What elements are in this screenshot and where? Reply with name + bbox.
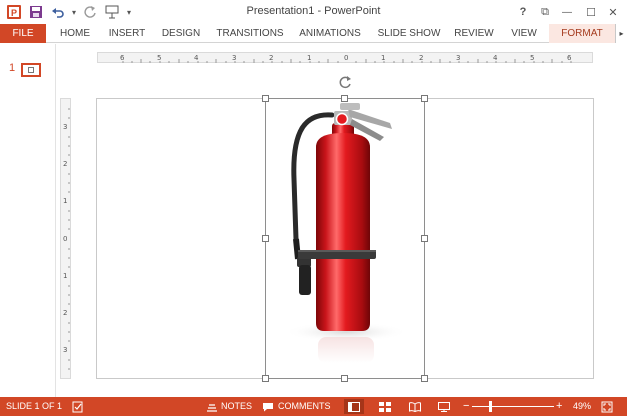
ruler-label: 4	[493, 54, 498, 62]
resize-handle-right[interactable]	[421, 235, 428, 242]
status-bar: SLIDE 1 OF 1 NOTES COMMENTS − + 49%	[0, 397, 627, 416]
resize-handle-top-right[interactable]	[421, 95, 428, 102]
slideshow-view-icon[interactable]	[434, 399, 454, 414]
tab-animations[interactable]: ANIMATIONS	[296, 24, 364, 43]
ruler-label: 1	[63, 272, 68, 280]
comments-label: COMMENTS	[278, 401, 331, 411]
ruler-label: 4	[194, 54, 199, 62]
help-button[interactable]: ?	[512, 2, 534, 22]
ribbon-display-options-button[interactable]: ⧉	[534, 2, 556, 22]
ruler-label: 3	[456, 54, 461, 62]
picture-selection-frame[interactable]	[265, 98, 425, 379]
resize-handle-left[interactable]	[262, 235, 269, 242]
zoom-in-button[interactable]: +	[556, 397, 562, 416]
ruler-label: 0	[344, 54, 349, 62]
notes-label: NOTES	[221, 401, 253, 411]
zoom-out-button[interactable]: −	[463, 397, 469, 416]
horizontal-ruler: 6 5 4 3 2 1 0 1 2 3 4 5 6	[97, 52, 593, 63]
ruler-label: 1	[307, 54, 312, 62]
ruler-label: 1	[63, 197, 68, 205]
close-button[interactable]: ✕	[602, 2, 624, 22]
ruler-label: 5	[157, 54, 162, 62]
resize-handle-bottom-left[interactable]	[262, 375, 269, 382]
resize-handle-bottom[interactable]	[341, 375, 348, 382]
slide-sorter-icon[interactable]	[375, 399, 395, 414]
ruler-label: 2	[269, 54, 274, 62]
tab-review[interactable]: REVIEW	[453, 24, 495, 43]
ruler-label: 3	[63, 346, 68, 354]
ruler-label: 3	[232, 54, 237, 62]
ribbon-tabs: FILE HOME INSERT DESIGN TRANSITIONS ANIM…	[0, 24, 627, 43]
ribbon-scroll-right-button[interactable]: ▸	[615, 24, 627, 43]
ruler-label: 5	[530, 54, 535, 62]
thumbnail-content	[28, 67, 34, 73]
slide-indicator: SLIDE 1 OF 1	[6, 401, 63, 411]
slide-thumbnail[interactable]	[21, 63, 41, 77]
ruler-label: 2	[63, 160, 68, 168]
ruler-label: 2	[419, 54, 424, 62]
reading-view-icon[interactable]	[405, 399, 425, 414]
vertical-ruler: 3 2 1 0 1 2 3	[60, 98, 71, 379]
ruler-label: 6	[120, 54, 125, 62]
notes-button[interactable]: NOTES	[206, 397, 252, 416]
minimize-button[interactable]: —	[556, 2, 578, 22]
notes-icon	[207, 403, 217, 412]
title-bar: P ▾ ▾ Presentation1 - PowerPoint ? ⧉ — ☐…	[0, 0, 627, 24]
comment-icon	[263, 402, 273, 411]
ruler-label: 6	[567, 54, 572, 62]
zoom-slider-thumb[interactable]	[488, 401, 492, 412]
tab-transitions[interactable]: TRANSITIONS	[214, 24, 286, 43]
resize-handle-top-left[interactable]	[262, 95, 269, 102]
tab-design[interactable]: DESIGN	[160, 24, 202, 43]
ruler-label: 1	[381, 54, 386, 62]
tab-slide-show[interactable]: SLIDE SHOW	[376, 24, 442, 43]
ruler-label: 2	[63, 309, 68, 317]
tab-home[interactable]: HOME	[56, 24, 94, 43]
spelling-icon[interactable]	[72, 397, 84, 416]
maximize-button[interactable]: ☐	[580, 2, 602, 22]
tab-view[interactable]: VIEW	[507, 24, 541, 43]
zoom-slider-track[interactable]	[472, 406, 554, 407]
resize-handle-bottom-right[interactable]	[421, 375, 428, 382]
resize-handle-top[interactable]	[341, 95, 348, 102]
tab-insert[interactable]: INSERT	[106, 24, 148, 43]
comments-button[interactable]: COMMENTS	[262, 397, 331, 416]
ruler-label: 0	[63, 235, 68, 243]
fit-to-window-icon[interactable]	[601, 397, 613, 416]
slide-number: 1	[9, 62, 16, 74]
tab-file[interactable]: FILE	[0, 24, 46, 43]
tab-format[interactable]: FORMAT	[549, 24, 615, 43]
ruler-label: 3	[63, 123, 68, 131]
chevron-right-icon: ▸	[619, 29, 624, 38]
rotate-handle-icon[interactable]	[337, 74, 353, 90]
zoom-level[interactable]: 49%	[573, 397, 591, 416]
normal-view-icon[interactable]	[344, 399, 364, 414]
slide-thumbnail-pane: 1	[0, 44, 56, 397]
